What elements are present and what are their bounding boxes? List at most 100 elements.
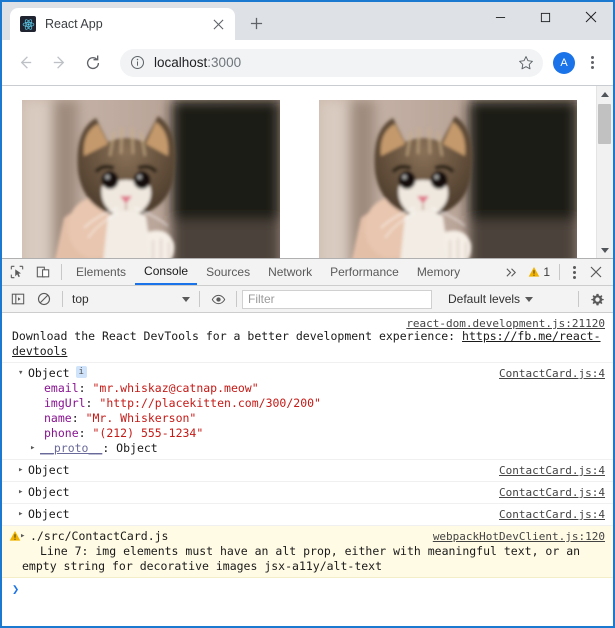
device-toolbar-icon[interactable] [30, 259, 56, 285]
warning-detail-line-2: empty string for decorative images jsx-a… [22, 559, 383, 573]
source-link[interactable]: webpackHotDevClient.js:120 [433, 529, 605, 544]
chevron-down-icon [182, 296, 190, 302]
source-link[interactable]: ContactCard.js:4 [499, 366, 605, 381]
expand-triangle-icon-proto[interactable]: ▸ [30, 441, 40, 456]
browser-window: React App localhost:3000 A Elements Cons… [0, 0, 615, 628]
console-entry-info[interactable]: react-dom.development.js:21120 Download … [2, 313, 613, 363]
console-entry-warning[interactable]: webpackHotDevClient.js:120 ▸ ./src/Conta… [2, 526, 613, 578]
property-key: name [44, 411, 72, 425]
console-toolbar-divider-3 [236, 291, 237, 307]
expand-triangle-icon[interactable]: ▸ [18, 507, 28, 522]
console-entry-object-collapsed[interactable]: ContactCard.js:4 ▸ Object [2, 460, 613, 482]
property-key: imgUrl [44, 396, 86, 410]
object-property: email: "mr.whiskaz@catnap.meow" [44, 381, 259, 395]
expand-triangle-icon[interactable]: ▸ [18, 485, 28, 500]
scrollbar-track[interactable] [597, 102, 613, 242]
info-badge-icon[interactable]: i [75, 366, 87, 378]
object-property: phone: "(212) 555-1234" [44, 426, 204, 440]
console-entry-object-collapsed[interactable]: ContactCard.js:4 ▸ Object [2, 482, 613, 504]
inspect-element-icon[interactable] [4, 259, 30, 285]
url-host: localhost [154, 55, 208, 70]
devtools-tab-sources[interactable]: Sources [197, 259, 259, 285]
back-icon[interactable] [10, 48, 40, 78]
console-filter-input[interactable]: Filter [242, 289, 432, 309]
warning-triangle-icon [528, 266, 540, 278]
scroll-down-icon[interactable] [597, 242, 613, 258]
toolbar-divider-2 [559, 264, 560, 280]
object-property: name: "Mr. Whiskerson" [44, 411, 197, 425]
source-link[interactable]: ContactCard.js:4 [499, 463, 605, 478]
browser-tab-react-app[interactable]: React App [10, 8, 235, 40]
console-entry-object-expanded[interactable]: ContactCard.js:4 ▾ Object i email: "mr.w… [2, 363, 613, 460]
devtools-tab-console[interactable]: Console [135, 259, 198, 285]
devtools-tab-performance[interactable]: Performance [321, 259, 408, 285]
message-body: Download the React DevTools for a better… [12, 329, 463, 343]
contact-card-1 [22, 100, 280, 258]
object-label: Object [28, 507, 70, 521]
window-controls [478, 2, 613, 32]
devtools-tab-elements[interactable]: Elements [67, 259, 135, 285]
chrome-menu-icon[interactable] [579, 50, 605, 76]
console-messages[interactable]: react-dom.development.js:21120 Download … [2, 313, 613, 626]
devtools-tab-bar-right: 1 [498, 259, 613, 285]
log-levels-select[interactable]: Default levels [442, 292, 539, 306]
property-key: phone [44, 426, 79, 440]
window-minimize-button[interactable] [478, 2, 523, 32]
console-toolbar: top Filter Default levels [2, 286, 613, 313]
property-value: "http://placekitten.com/300/200" [99, 396, 321, 410]
new-tab-button[interactable] [242, 9, 270, 37]
address-bar[interactable]: localhost:3000 [120, 48, 543, 77]
tab-close-icon[interactable] [209, 15, 227, 33]
object-label: Object [28, 366, 70, 380]
forward-icon[interactable] [44, 48, 74, 78]
expand-triangle-icon[interactable]: ▾ [18, 366, 28, 381]
expand-triangle-icon-warning[interactable]: ▸ [20, 529, 30, 544]
window-maximize-button[interactable] [523, 2, 568, 32]
devtools-panel: Elements Console Sources Network Perform… [2, 258, 613, 626]
page-content [2, 86, 596, 258]
scroll-up-icon[interactable] [597, 86, 613, 102]
property-value: "Mr. Whiskerson" [85, 411, 197, 425]
warning-triangle-icon [9, 530, 21, 546]
tab-strip: React App [2, 2, 613, 40]
console-filter-placeholder: Filter [248, 292, 275, 306]
execution-context-select[interactable]: top [68, 290, 194, 309]
bookmark-star-icon[interactable] [515, 52, 537, 74]
console-toolbar-divider-4 [578, 291, 579, 307]
page-info-icon[interactable] [128, 54, 146, 72]
warning-detail-line-1: Line 7: img elements must have an alt pr… [40, 544, 581, 558]
devtools-tab-network[interactable]: Network [259, 259, 321, 285]
profile-avatar[interactable]: A [553, 51, 575, 74]
kitten-image-1 [22, 100, 280, 258]
source-link[interactable]: ContactCard.js:4 [499, 507, 605, 522]
reload-icon[interactable] [78, 48, 108, 78]
page-scrollbar[interactable] [596, 86, 613, 258]
window-close-button[interactable] [568, 2, 613, 32]
warning-file-name: ./src/ContactCard.js [30, 529, 169, 543]
console-settings-gear-icon[interactable] [584, 286, 610, 312]
clear-console-icon[interactable] [31, 286, 57, 312]
console-prompt-arrow: ❯ [12, 582, 20, 596]
object-proto-row[interactable]: ▸ __proto__: Object [12, 441, 607, 456]
warning-count-badge[interactable]: 1 [524, 265, 554, 279]
devtools-menu-icon[interactable] [565, 259, 583, 285]
devtools-close-icon[interactable] [583, 259, 609, 285]
warning-count-value: 1 [543, 265, 550, 279]
console-entry-object-collapsed[interactable]: ContactCard.js:4 ▸ Object [2, 504, 613, 526]
console-toolbar-divider [62, 291, 63, 307]
property-value: "(212) 555-1234" [92, 426, 204, 440]
contact-card-2 [319, 100, 577, 258]
react-logo-icon [20, 16, 36, 32]
live-expression-icon[interactable] [205, 286, 231, 312]
object-label: Object [28, 463, 70, 477]
console-prompt[interactable]: ❯ [2, 578, 613, 600]
more-tabs-icon[interactable] [498, 259, 524, 285]
console-toolbar-divider-2 [199, 291, 200, 307]
expand-triangle-icon[interactable]: ▸ [18, 463, 28, 478]
source-link[interactable]: react-dom.development.js:21120 [406, 316, 605, 331]
console-sidebar-toggle-icon[interactable] [5, 286, 31, 312]
property-key: email [44, 381, 79, 395]
scrollbar-thumb[interactable] [598, 104, 611, 144]
devtools-tab-memory[interactable]: Memory [408, 259, 469, 285]
source-link[interactable]: ContactCard.js:4 [499, 485, 605, 500]
